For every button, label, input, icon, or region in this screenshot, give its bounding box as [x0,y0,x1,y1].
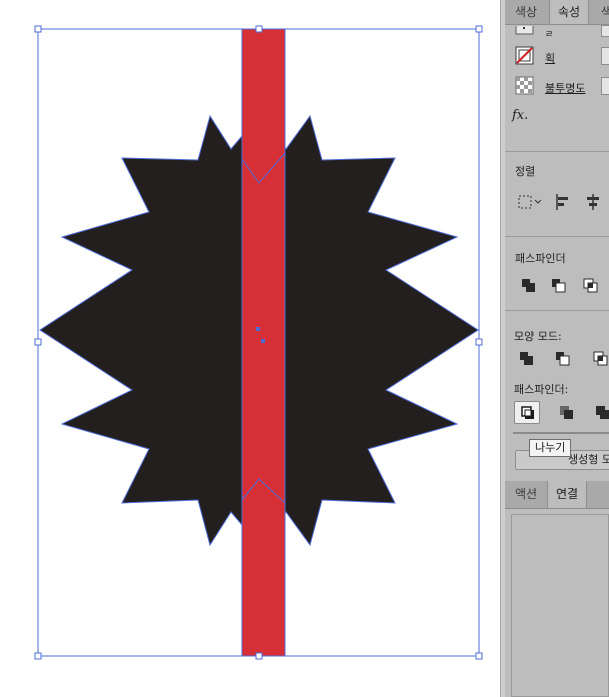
handle-top-center [255,25,263,33]
stroke-none-icon[interactable] [515,46,535,66]
align-left-icon[interactable] [553,192,573,212]
intersect-icon[interactable] [581,276,601,296]
divide-tooltip: 나누기 [529,439,572,457]
tab-links[interactable]: 연결 [547,481,588,508]
trim-icon[interactable] [557,403,577,423]
links-list-area[interactable] [511,514,609,697]
section-separator [505,310,609,311]
minus-front-icon[interactable] [549,276,569,296]
center-point-b [261,339,265,343]
merge-icon[interactable] [593,403,609,423]
opacity-checker-icon[interactable] [515,76,535,96]
handle-bottom-right [475,652,483,660]
properties-panel: 색상 속성 색 ㄹ 획 불투명도 fx. 정렬 패스파인더 모양 모드: 패스파… [505,0,609,697]
fill-swatch-icon[interactable] [515,26,535,36]
divide-icon[interactable] [514,401,540,424]
section-separator [505,236,609,237]
handle-top-right [475,25,483,33]
shape-mode-intersect-icon[interactable] [591,349,609,369]
handle-top-left [34,25,42,33]
align-to-selection-icon[interactable] [517,192,543,212]
handle-middle-left [34,338,42,346]
handle-bottom-center [255,652,263,660]
pathfinder-title: 패스파인더 [515,252,566,265]
shape-mode-label: 모양 모드: [514,330,562,343]
tab-properties[interactable]: 속성 [549,0,590,24]
artboard-canvas[interactable] [0,0,505,697]
stroke-label[interactable]: 획 [545,50,555,66]
opacity-label[interactable]: 불투명도 [545,80,585,96]
fill-field[interactable] [601,25,609,37]
handle-middle-right [475,338,483,346]
tab-color[interactable]: 색상 [507,0,545,24]
stroke-weight-field[interactable] [601,47,609,65]
center-point-a [256,327,260,331]
bottom-tab-bar: 액션 연결 [505,481,609,509]
tab-swatches[interactable]: 색 [593,0,609,24]
artwork [34,25,483,660]
unite-icon[interactable] [519,276,539,296]
fill-label-fragment: ㄹ [545,30,554,40]
tab-actions[interactable]: 액션 [507,481,545,508]
pathfinder-panel-bottom-edge [513,432,609,434]
pathfinders-label: 패스파인더: [514,383,569,396]
align-horizontal-center-icon[interactable] [583,192,603,212]
align-title: 정렬 [515,165,536,178]
top-tab-bar: 색상 속성 색 [505,0,609,25]
section-separator [505,151,609,152]
shape-mode-unite-icon[interactable] [517,349,537,369]
opacity-field[interactable] [601,77,609,95]
handle-bottom-left [34,652,42,660]
fx-icon[interactable]: fx. [512,108,528,123]
shape-mode-minus-front-icon[interactable] [553,349,573,369]
